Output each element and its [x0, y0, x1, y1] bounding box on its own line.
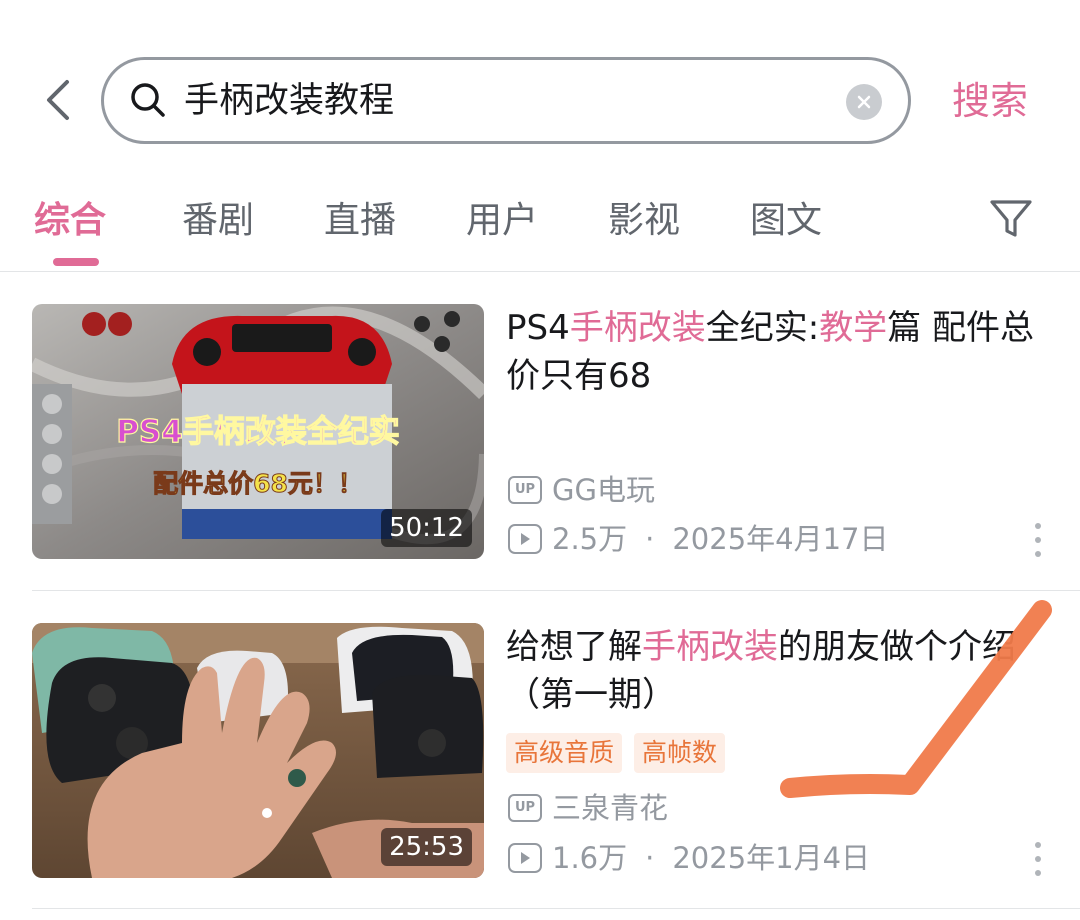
video-thumbnail[interactable]: PS4手柄改装全纪实 配件总价68元！！ 50:12 — [32, 304, 484, 559]
search-box[interactable] — [101, 57, 911, 144]
active-tab-indicator — [53, 258, 99, 266]
uploader-row[interactable]: UP GG电玩 — [508, 470, 655, 510]
separator-dot: · — [645, 522, 655, 556]
divider — [32, 908, 1080, 909]
up-icon: UP — [508, 476, 542, 504]
video-title[interactable]: PS4手柄改装全纪实:教学篇 配件总价只有68 — [506, 304, 1046, 400]
title-part: PS4 — [506, 308, 570, 348]
clear-search-button[interactable] — [846, 84, 882, 120]
title-highlight: 教学 — [819, 308, 888, 348]
tab-movies[interactable]: 影视 — [608, 196, 680, 246]
video-card[interactable]: 25:53 给想了解手柄改装的朋友做个介绍（第一期） 高级音质 高帧数 UP 三泉… — [0, 609, 1080, 920]
search-header: 搜索 — [0, 0, 1080, 165]
view-count: 1.6万 — [552, 841, 628, 875]
stats-row: 2.5万 · 2025年4月17日 — [508, 519, 889, 559]
title-highlight: 手柄改装 — [642, 627, 778, 667]
search-icon — [131, 83, 165, 117]
uploader-row[interactable]: UP 三泉青花 — [508, 788, 668, 828]
publish-date: 2025年4月17日 — [672, 522, 889, 556]
divider — [32, 590, 1080, 591]
title-part: 全纪实: — [705, 308, 820, 348]
duration-badge: 25:53 — [381, 828, 472, 866]
title-highlight: 手柄改装 — [569, 308, 706, 348]
tag-high-quality-audio: 高级音质 — [506, 733, 623, 773]
uploader-name: 三泉青花 — [552, 791, 669, 825]
thumbnail-caption-line2: 配件总价68元！！ — [153, 469, 363, 498]
video-tags: 高级音质 高帧数 — [506, 733, 737, 773]
tag-high-frame-rate: 高帧数 — [634, 733, 726, 773]
filter-button[interactable] — [986, 194, 1036, 244]
more-options-button[interactable] — [1028, 523, 1048, 557]
title-part: 给想了解 — [506, 627, 642, 667]
duration-badge: 50:12 — [381, 509, 472, 547]
filter-icon — [990, 200, 1032, 237]
more-options-button[interactable] — [1028, 842, 1048, 876]
play-icon — [508, 843, 542, 873]
video-card[interactable]: PS4手柄改装全纪实 配件总价68元！！ 50:12 PS4手柄改装全纪实:教学… — [0, 290, 1080, 610]
category-tabs: 综合 番剧 直播 用户 影视 图文 — [0, 180, 1080, 272]
tab-comprehensive[interactable]: 综合 — [34, 196, 106, 246]
tab-anime[interactable]: 番剧 — [182, 196, 254, 246]
more-icon — [1035, 523, 1041, 529]
back-button[interactable] — [36, 78, 80, 122]
clear-icon — [857, 95, 871, 109]
video-thumbnail[interactable]: 25:53 — [32, 623, 484, 878]
more-icon — [1035, 842, 1041, 848]
separator-dot: · — [645, 841, 655, 875]
uploader-name: GG电玩 — [552, 473, 655, 507]
publish-date: 2025年1月4日 — [672, 841, 871, 875]
stats-row: 1.6万 · 2025年1月4日 — [508, 838, 870, 878]
tab-users[interactable]: 用户 — [466, 196, 538, 246]
up-icon: UP — [508, 794, 542, 822]
view-count: 2.5万 — [552, 522, 628, 556]
back-arrow-icon — [47, 80, 69, 120]
search-input[interactable] — [184, 76, 824, 126]
tab-live[interactable]: 直播 — [324, 196, 396, 246]
video-title[interactable]: 给想了解手柄改装的朋友做个介绍（第一期） — [506, 623, 1046, 719]
tab-articles[interactable]: 图文 — [750, 196, 822, 246]
thumbnail-caption-line1: PS4手柄改装全纪实 — [116, 414, 400, 450]
search-submit-button[interactable]: 搜索 — [952, 75, 1028, 127]
play-icon — [508, 524, 542, 554]
